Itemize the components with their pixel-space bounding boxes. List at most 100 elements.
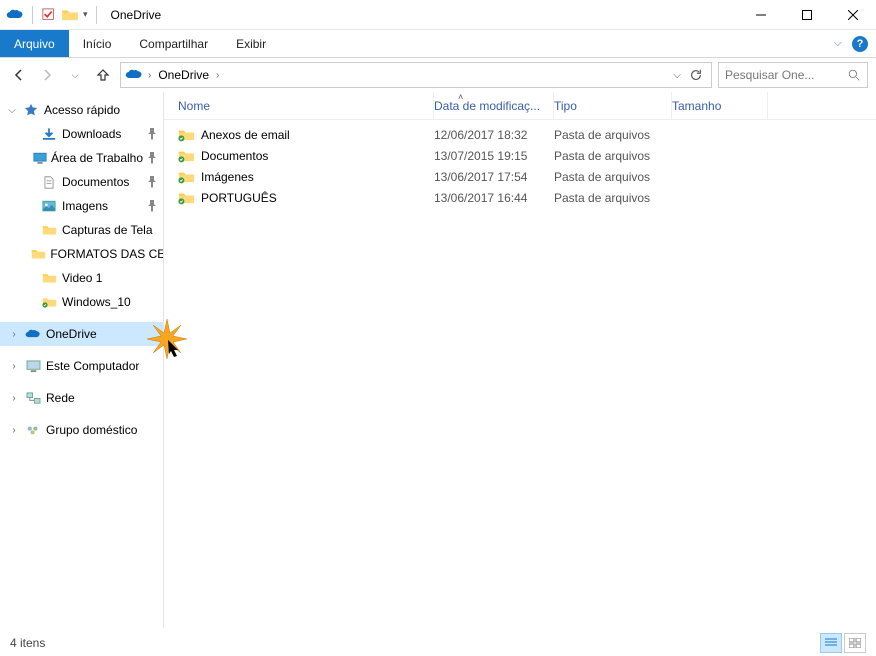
folder-icon	[31, 248, 46, 260]
chevron-right-icon[interactable]: ›	[147, 70, 152, 81]
sort-ascending-icon: ˄	[458, 92, 463, 102]
pin-icon	[147, 152, 163, 164]
qat-dropdown-icon[interactable]: ▾	[83, 9, 88, 20]
sidebar-item[interactable]: ›Imagens	[0, 194, 163, 218]
pin-icon	[147, 176, 163, 188]
item-count: 4 itens	[10, 636, 45, 650]
file-type: Pasta de arquivos	[554, 149, 672, 163]
tree-homegroup[interactable]: › Grupo doméstico	[0, 418, 163, 442]
address-dropdown-icon[interactable]: ⌵	[673, 70, 681, 81]
search-input[interactable]: Pesquisar One...	[718, 62, 868, 88]
thumbnails-view-button[interactable]	[844, 633, 866, 653]
file-row[interactable]: PORTUGUÊS 13/06/2017 16:44Pasta de arquiv…	[178, 187, 876, 208]
tab-view[interactable]: Exibir	[222, 30, 280, 57]
chevron-down-icon[interactable]: ⌵	[6, 105, 18, 116]
desktop-icon	[33, 152, 47, 165]
status-bar: 4 itens	[0, 630, 876, 656]
close-button[interactable]	[830, 0, 876, 30]
chevron-right-icon[interactable]: ›	[215, 70, 220, 81]
tab-file[interactable]: Arquivo	[0, 30, 69, 57]
ribbon-collapse-icon[interactable]: ⌵	[834, 37, 842, 50]
file-name: Imágenes	[201, 170, 254, 184]
tree-label: Grupo doméstico	[46, 423, 137, 437]
file-modified: 13/07/2015 19:15	[434, 149, 554, 163]
pin-icon	[147, 200, 163, 212]
forward-button[interactable]	[36, 64, 58, 86]
recent-locations-button[interactable]: ⌵	[64, 64, 86, 86]
documents-icon	[40, 176, 58, 189]
tree-quick-access[interactable]: ⌵ Acesso rápido	[0, 98, 163, 122]
back-button[interactable]	[8, 64, 30, 86]
file-modified: 13/06/2017 16:44	[434, 191, 554, 205]
downloads-icon	[40, 128, 58, 141]
folder-quick-icon[interactable]	[61, 8, 79, 22]
chevron-right-icon[interactable]: ›	[8, 425, 20, 436]
folder-sync-icon	[40, 296, 58, 308]
pictures-icon	[40, 200, 58, 213]
chevron-right-icon[interactable]: ›	[8, 361, 20, 372]
homegroup-icon	[24, 424, 42, 437]
sidebar-item-label: Video 1	[62, 271, 102, 285]
chevron-right-icon[interactable]: ›	[8, 329, 20, 340]
sidebar-item[interactable]: ›Documentos	[0, 170, 163, 194]
column-size[interactable]: Tamanho	[672, 92, 768, 119]
folder-icon	[40, 272, 58, 284]
sidebar-item[interactable]: ›Video 1	[0, 266, 163, 290]
sidebar-item[interactable]: ›FORMATOS DAS CE	[0, 242, 163, 266]
file-list: Anexos de email12/06/2017 18:32Pasta de …	[164, 120, 876, 208]
check-icon[interactable]	[41, 8, 57, 22]
computer-icon	[24, 360, 42, 373]
title-bar: ▾ OneDrive	[0, 0, 876, 30]
maximize-button[interactable]	[784, 0, 830, 30]
sidebar-item-label: Imagens	[62, 199, 108, 213]
sidebar-item-label: Windows_10	[62, 295, 131, 309]
breadcrumb[interactable]: › OneDrive › ⌵	[120, 62, 712, 88]
onedrive-icon	[24, 329, 42, 340]
sync-folder-icon	[178, 149, 195, 163]
tab-home[interactable]: Início	[69, 30, 126, 57]
file-type: Pasta de arquivos	[554, 191, 672, 205]
window-title: OneDrive	[111, 8, 162, 22]
file-row[interactable]: Imágenes13/06/2017 17:54Pasta de arquivo…	[178, 166, 876, 187]
column-modified[interactable]: Data de modificaç...	[434, 92, 554, 119]
search-icon	[848, 69, 861, 82]
file-name: Anexos de email	[201, 128, 290, 142]
onedrive-breadcrumb-icon	[125, 69, 143, 81]
folder-icon	[40, 224, 58, 236]
file-row[interactable]: Documentos13/07/2015 19:15Pasta de arqui…	[178, 145, 876, 166]
minimize-button[interactable]	[738, 0, 784, 30]
quick-access-toolbar: ▾	[6, 6, 101, 24]
tree-this-pc[interactable]: › Este Computador	[0, 354, 163, 378]
help-icon[interactable]: ?	[852, 36, 868, 52]
search-placeholder: Pesquisar One...	[725, 68, 814, 82]
sync-folder-icon	[178, 170, 195, 184]
up-button[interactable]	[92, 64, 114, 86]
column-type[interactable]: Tipo	[554, 92, 672, 119]
details-view-button[interactable]	[820, 633, 842, 653]
file-modified: 13/06/2017 17:54	[434, 170, 554, 184]
column-name[interactable]: Nome	[178, 92, 434, 119]
sidebar-item-label: Área de Trabalho	[51, 151, 143, 165]
tree-label: Este Computador	[46, 359, 139, 373]
sidebar-item[interactable]: ›Downloads	[0, 122, 163, 146]
tree-label: Acesso rápido	[44, 103, 120, 117]
refresh-icon[interactable]	[689, 68, 703, 82]
sync-folder-icon	[178, 128, 195, 142]
breadcrumb-segment[interactable]: OneDrive	[156, 68, 211, 82]
file-row[interactable]: Anexos de email12/06/2017 18:32Pasta de …	[178, 124, 876, 145]
sidebar-item-label: Capturas de Tela	[62, 223, 153, 237]
chevron-right-icon[interactable]: ›	[8, 393, 20, 404]
star-icon	[22, 103, 40, 117]
sync-folder-icon	[178, 191, 195, 205]
file-name: PORTUGUÊS	[201, 191, 277, 205]
tree-onedrive[interactable]: › OneDrive	[0, 322, 163, 346]
sidebar-item[interactable]: ›Windows_10	[0, 290, 163, 314]
sidebar-item-label: Downloads	[62, 127, 121, 141]
sidebar-item-label: FORMATOS DAS CE	[50, 247, 164, 261]
sidebar-item[interactable]: ›Capturas de Tela	[0, 218, 163, 242]
file-modified: 12/06/2017 18:32	[434, 128, 554, 142]
tab-share[interactable]: Compartilhar	[125, 30, 222, 57]
tree-network[interactable]: › Rede	[0, 386, 163, 410]
content-pane: ˄ Nome Data de modificaç... Tipo Tamanho…	[164, 92, 876, 628]
sidebar-item[interactable]: ›Área de Trabalho	[0, 146, 163, 170]
